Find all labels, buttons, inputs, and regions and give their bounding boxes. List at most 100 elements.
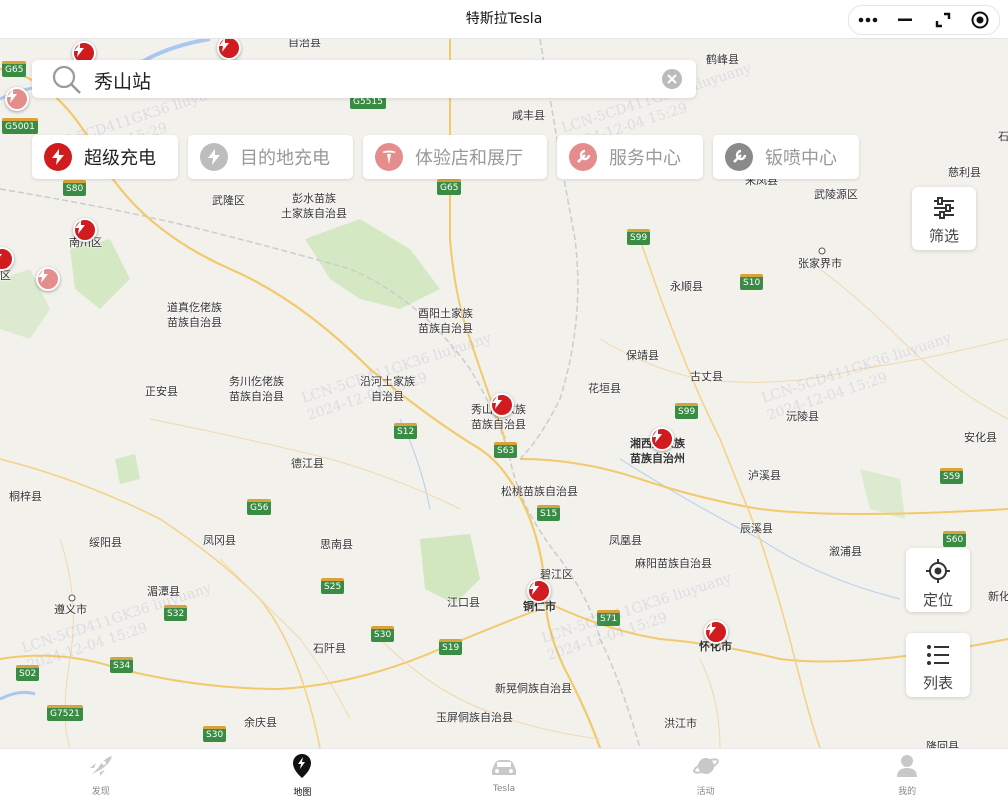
place-label: 德江县	[291, 457, 324, 470]
category-destination-charger[interactable]: 目的地充电	[188, 135, 353, 179]
expand-icon[interactable]	[931, 8, 955, 32]
supercharger-pin-selected[interactable]	[490, 393, 514, 417]
rocket-icon	[88, 754, 114, 782]
search-input[interactable]: 秀山站	[94, 67, 151, 94]
locate-icon	[926, 559, 950, 587]
place-label: 花垣县	[588, 382, 621, 395]
category-label: 钣喷中心	[765, 148, 837, 169]
highway-shield: G5001	[2, 118, 38, 134]
highway-shield: S60	[943, 531, 967, 547]
clear-icon[interactable]	[662, 69, 682, 89]
category-label: 目的地充电	[240, 148, 330, 169]
filter-icon	[932, 197, 956, 223]
highway-shield: S63	[494, 442, 518, 458]
place-label: 绥阳县	[89, 536, 122, 549]
highway-shield: S80	[63, 180, 87, 196]
place-label: 务川仡佬族 苗族自治县	[229, 375, 284, 403]
place-label: 余庆县	[244, 716, 277, 729]
destination-charger-pin[interactable]	[36, 267, 60, 291]
highway-shield: G7521	[47, 705, 83, 721]
highway-shield: G65	[2, 61, 27, 77]
highway-shield: G56	[247, 499, 272, 515]
place-label: 古丈县	[690, 370, 723, 383]
supercharger-pin[interactable]	[704, 620, 728, 644]
place-label: 泸溪县	[748, 469, 781, 482]
place-label: 彭水苗族 土家族自治县	[281, 192, 347, 220]
place-label: 凤冈县	[203, 534, 236, 547]
highway-shield: G65	[437, 179, 462, 195]
destination-charger-pin[interactable]	[5, 87, 29, 111]
close-target-icon[interactable]	[968, 8, 992, 32]
place-label: 新晃侗族自治县	[495, 682, 572, 695]
tab-label: 活动	[696, 786, 715, 797]
tab-label: Tesla	[492, 784, 516, 794]
mini-program-capsule	[848, 5, 1000, 35]
place-label: 慈利县	[948, 166, 981, 179]
tab-me[interactable]: 我的	[806, 749, 1008, 801]
list-button[interactable]: 列表	[906, 633, 970, 697]
place-label: 永顺县	[670, 280, 703, 293]
place-label: 洪江市	[664, 717, 697, 730]
place-label: 道真仡佬族 苗族自治县	[167, 301, 222, 329]
place-label: 正安县	[145, 385, 178, 398]
more-icon[interactable]	[856, 8, 880, 32]
place-label: 石阡县	[313, 642, 346, 655]
place-label: 自治县	[288, 39, 321, 49]
highway-shield: S25	[321, 578, 345, 594]
tab-discover[interactable]: 发现	[0, 749, 202, 801]
place-label: 麻阳苗族自治县	[635, 557, 712, 570]
category-stores[interactable]: 体验店和展厅	[363, 135, 547, 179]
car-icon	[489, 756, 519, 782]
category-supercharger[interactable]: 超级充电	[32, 135, 178, 179]
locate-label: 定位	[922, 591, 953, 609]
tab-label: 发现	[91, 786, 110, 797]
place-label: 安化县	[964, 431, 997, 444]
place-label: 酉阳土家族 苗族自治县	[418, 307, 473, 335]
minimize-icon[interactable]	[893, 8, 917, 32]
place-label: 武陵源区	[814, 188, 858, 201]
category-label: 体验店和展厅	[415, 148, 523, 169]
place-label: 张家界市	[798, 257, 842, 270]
filter-label: 筛选	[928, 227, 959, 245]
planet-icon	[692, 754, 720, 782]
wrench-icon	[569, 143, 597, 171]
place-label: 凤凰县	[609, 534, 642, 547]
category-service-center[interactable]: 服务中心	[557, 135, 703, 179]
search-bar[interactable]: 秀山站	[32, 60, 696, 98]
highway-shield: S59	[940, 468, 964, 484]
place-label: 新化	[988, 590, 1008, 603]
place-label: 武隆区	[212, 194, 245, 207]
bottom-tab-bar: 发现 地图 Tesla 活动 我的	[0, 748, 1008, 801]
place-label: 遵义市	[54, 603, 87, 616]
destination-charger-icon	[200, 143, 228, 171]
supercharger-pin[interactable]	[73, 218, 97, 242]
supercharger-pin[interactable]	[527, 579, 551, 603]
tab-activities[interactable]: 活动	[605, 749, 807, 801]
place-label: 咸丰县	[512, 109, 545, 122]
search-icon	[52, 65, 82, 99]
tab-tesla[interactable]: Tesla	[403, 749, 605, 801]
filter-button[interactable]: 筛选	[912, 187, 976, 250]
highway-shield: S19	[439, 639, 463, 655]
place-label: 溆浦县	[829, 545, 862, 558]
place-label: 保靖县	[626, 349, 659, 362]
supercharger-pin[interactable]	[650, 427, 674, 451]
locate-button[interactable]: 定位	[906, 548, 970, 612]
place-label: 辰溪县	[740, 522, 773, 535]
list-icon	[926, 644, 950, 670]
category-body-shop[interactable]: 钣喷中心	[713, 135, 859, 179]
place-label: 江口县	[447, 596, 480, 609]
category-label: 超级充电	[84, 148, 156, 169]
title-bar: 特斯拉Tesla	[0, 0, 1008, 39]
highway-shield: S12	[394, 423, 418, 439]
tab-map[interactable]: 地图	[202, 749, 404, 801]
place-label: 玉屏侗族自治县	[436, 711, 513, 724]
highway-shield: S99	[627, 229, 651, 245]
tab-label: 我的	[898, 786, 917, 797]
place-label: 松桃苗族自治县	[501, 485, 578, 498]
category-label: 服务中心	[609, 148, 681, 169]
list-label: 列表	[922, 674, 953, 692]
place-label: 隆回县	[926, 740, 959, 748]
tesla-logo-icon	[375, 143, 403, 171]
highway-shield: S30	[203, 726, 227, 742]
